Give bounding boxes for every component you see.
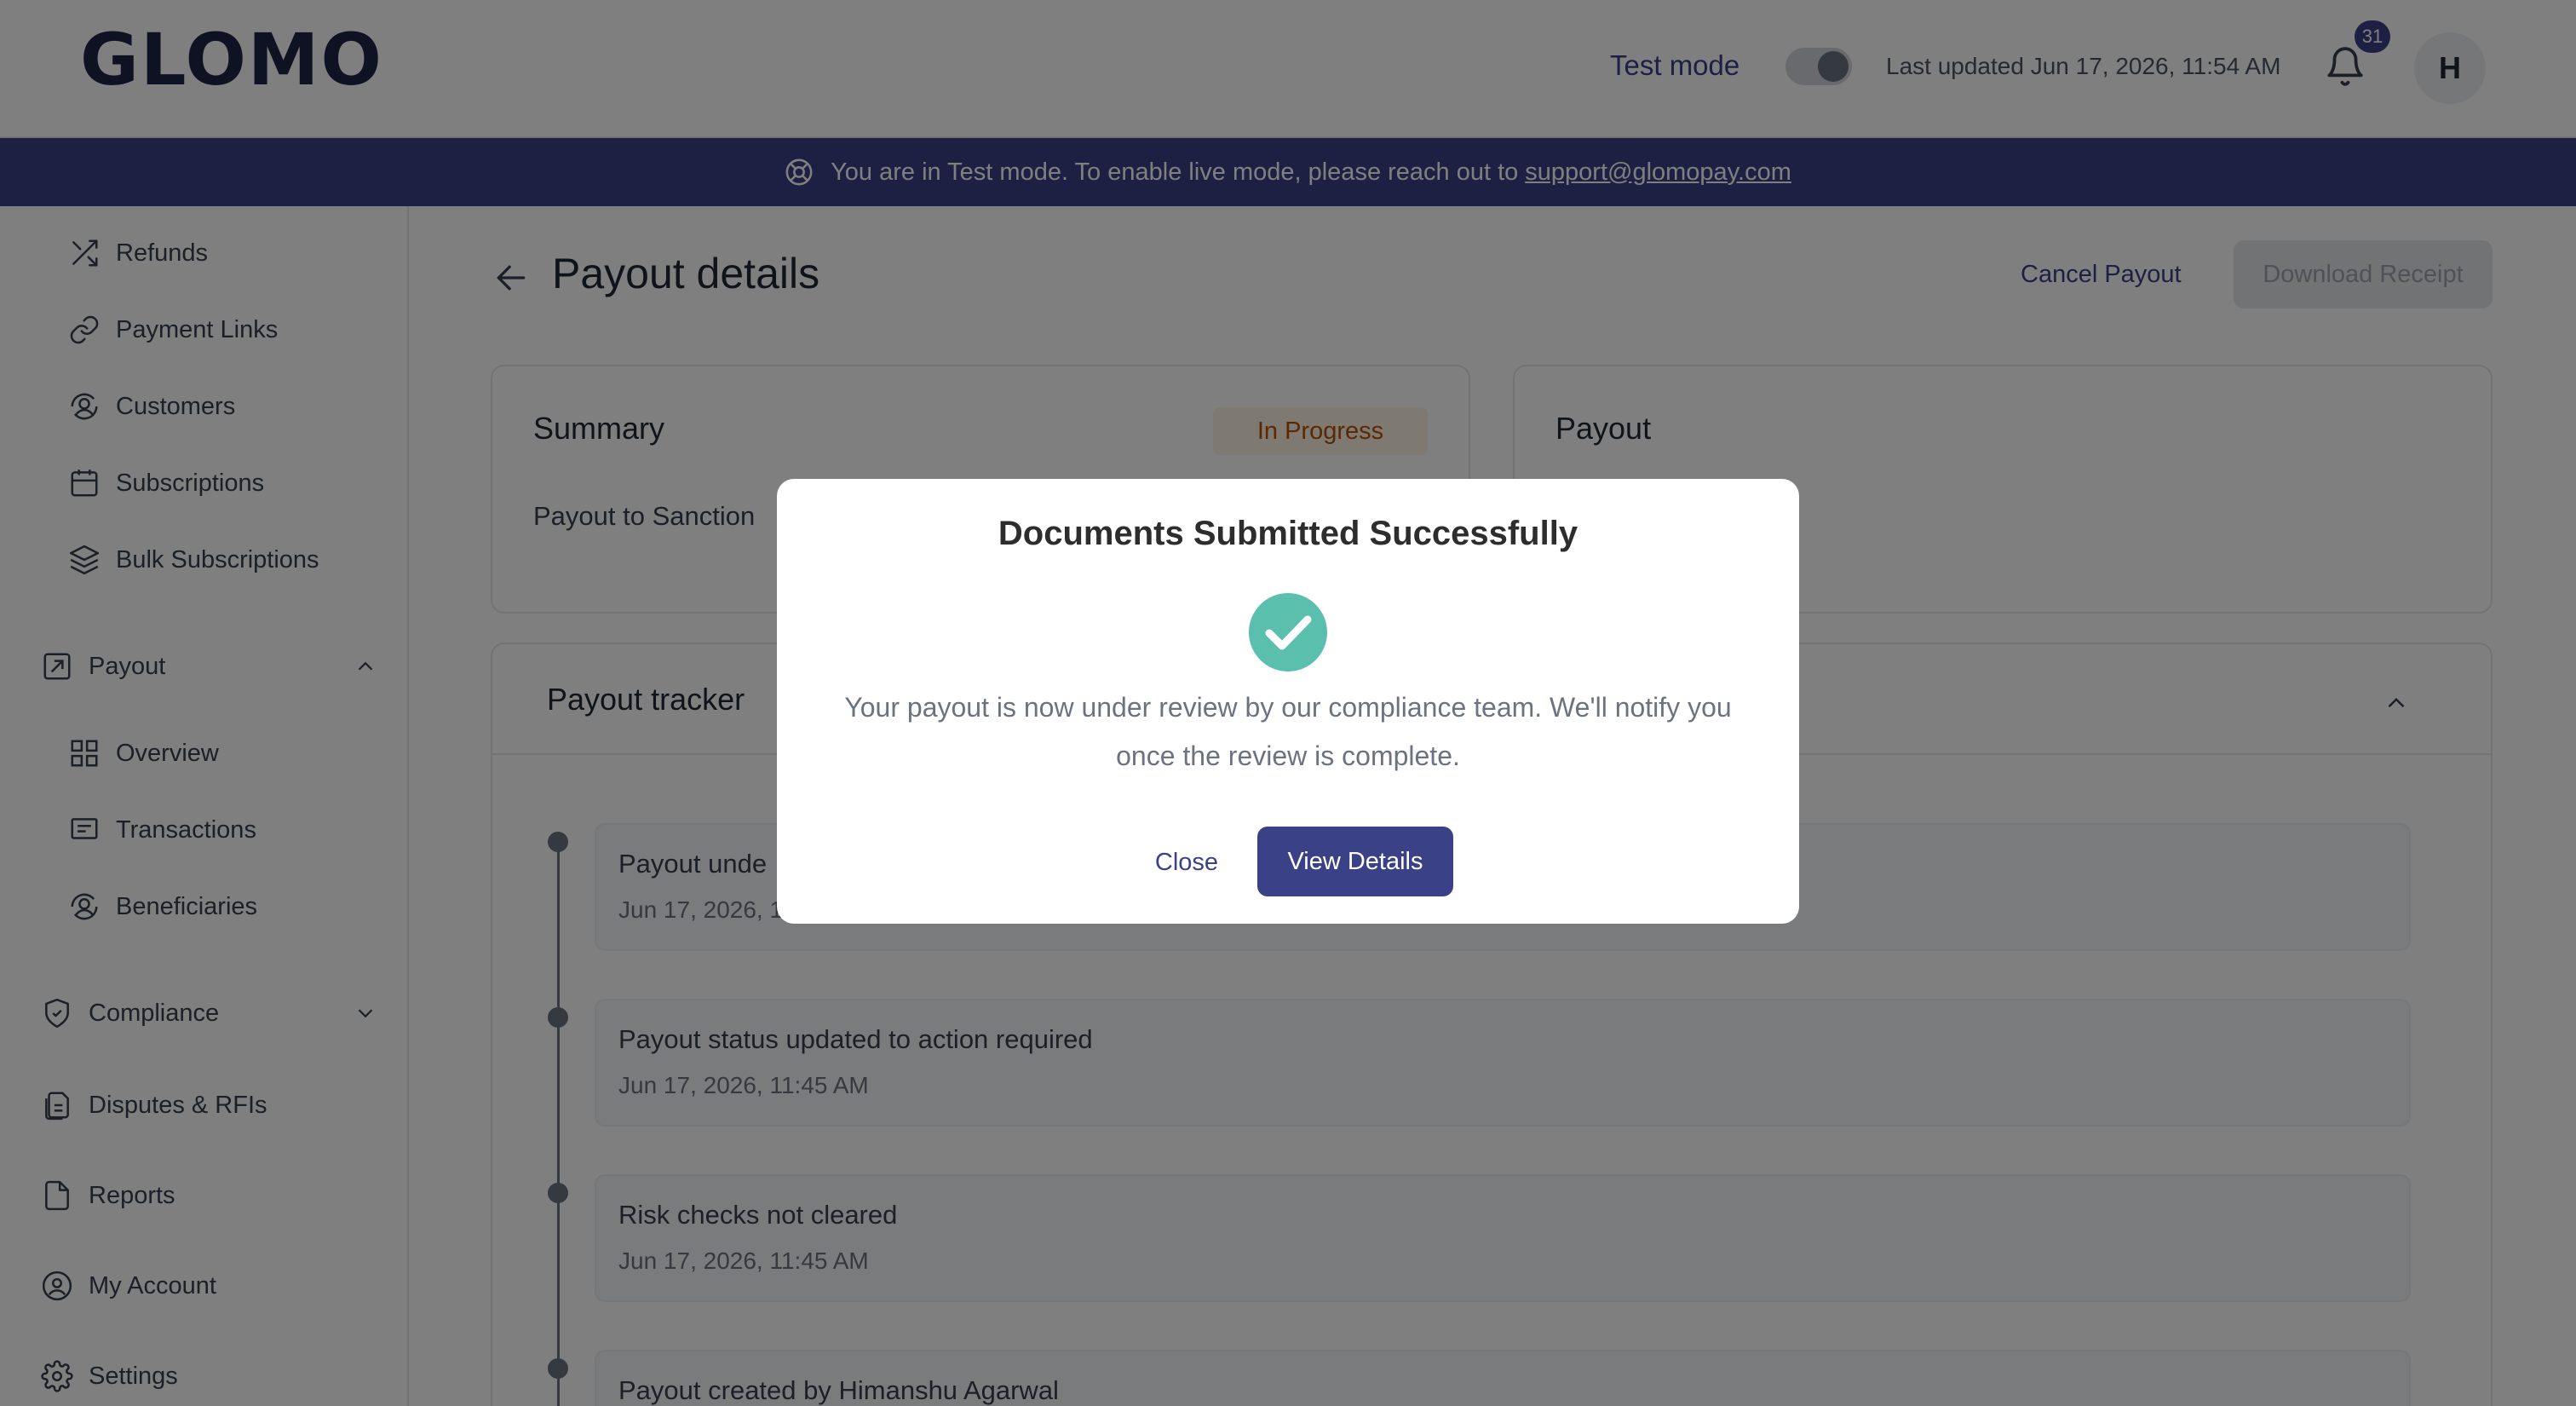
modal-body: Your payout is now under review by our c… [844,692,1732,771]
success-modal: Documents Submitted Successfully Your pa… [777,479,1799,924]
modal-title: Documents Submitted Successfully [998,515,1578,552]
close-button[interactable]: Close [1131,828,1242,896]
check-circle-icon [1249,593,1327,671]
view-details-button[interactable]: View Details [1257,827,1453,896]
